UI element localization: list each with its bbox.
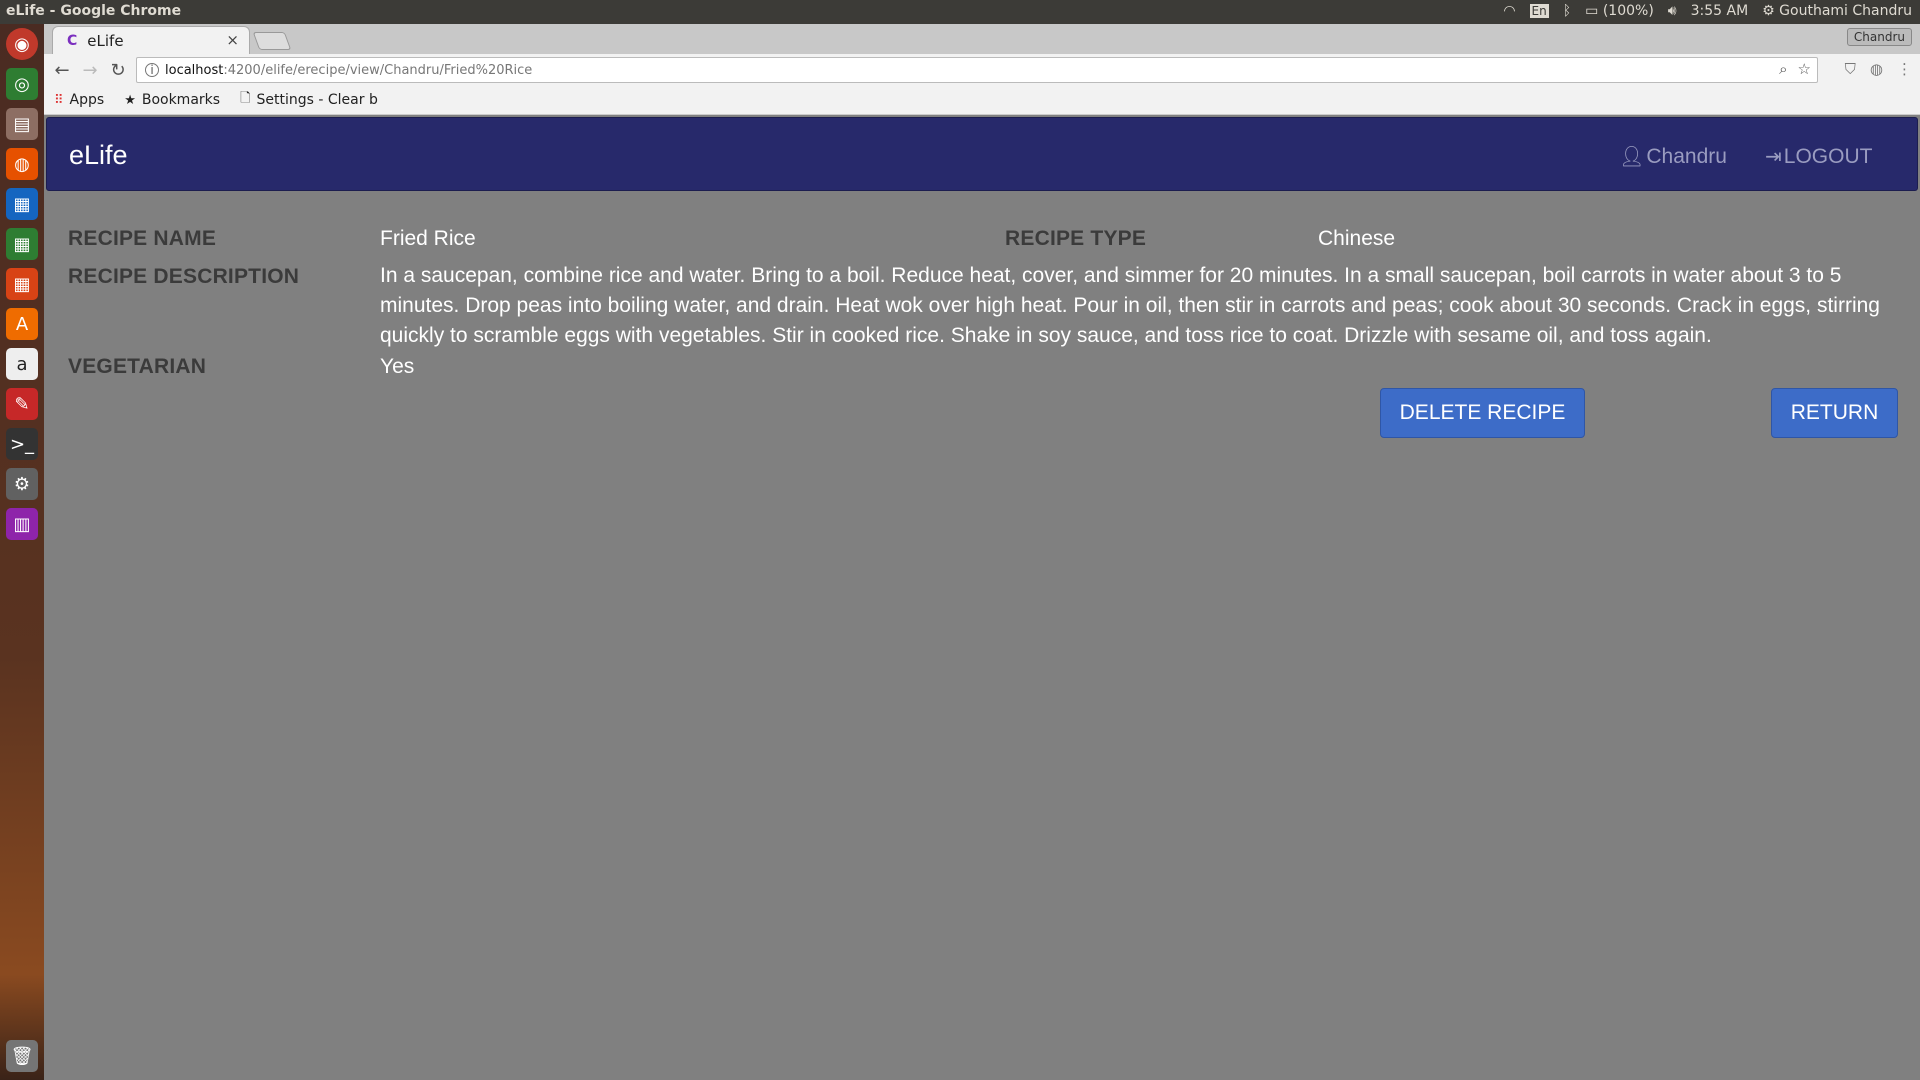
logout-link[interactable]: ⇥ LOGOUT [1765,144,1872,169]
vegetarian-label: VEGETARIAN [68,355,207,378]
url-path: :4200/elife/erecipe/view/Chandru/Fried%2… [223,62,533,78]
gear-icon: ⚙ [1762,3,1775,19]
amazon-launcher-icon[interactable]: a [6,348,38,380]
ubuntu-dash-icon[interactable]: ◉ [6,28,38,60]
forward-icon[interactable]: → [78,58,102,82]
battery-indicator[interactable]: ▭ (100%) [1585,3,1654,19]
bookmark-label: Bookmarks [141,92,221,108]
firefox-launcher-icon[interactable]: ◍ [6,148,38,180]
tab-elife[interactable]: C eLife × [52,26,250,55]
bookmarks-bar: ⠿ Apps ★ Bookmarks 🗋 Settings - Clear b [44,86,1920,115]
bookmark-label: Apps [69,92,105,108]
terminal-launcher-icon[interactable]: >_ [6,428,38,460]
session-user: Gouthami Chandru [1779,3,1912,19]
bookmark-star-icon[interactable]: ☆ [1798,60,1811,78]
chrome-menu-icon[interactable]: ⋮ [1897,60,1912,78]
volume-icon[interactable]: 🔊︎ [1668,3,1677,19]
impress-launcher-icon[interactable]: ▦ [6,268,38,300]
settings-launcher-icon[interactable]: ⚙ [6,468,38,500]
user-icon: 👤︎ [1619,146,1645,168]
user-profile-link[interactable]: 👤︎ Chandru [1619,144,1727,169]
recipe-name-value: Fried Rice [380,227,476,250]
logout-label: LOGOUT [1783,144,1873,168]
writer-launcher-icon[interactable]: ▦ [6,188,38,220]
tab-strip: C eLife × Chandru [44,24,1920,55]
brand-logo[interactable]: eLife [69,140,128,171]
wifi-icon[interactable]: ◠ [1503,3,1515,19]
recipe-description-value: In a saucepan, combine rice and water. B… [380,264,1880,347]
extension-shield-icon[interactable]: ⛉ [1845,60,1856,78]
recipe-description-label: RECIPE DESCRIPTION [68,265,300,288]
new-tab-button[interactable] [252,32,292,50]
system-tools-icon[interactable]: ✎ [6,388,38,420]
workspace-launcher-icon[interactable]: ▥ [6,508,38,540]
bookmark-label: Settings - Clear b [256,92,378,108]
browser-toolbar: ← → ↻ i localhost:4200/elife/erecipe/vie… [44,54,1920,86]
trash-icon[interactable]: 🗑︎ [6,1040,38,1072]
system-tray: ◠ En ᛒ ▭ (100%) 🔊︎ 3:55 AM ⚙ Gouthami Ch… [1503,3,1912,19]
logout-icon: ⇥ [1765,146,1782,168]
tab-title: eLife [87,32,124,50]
back-icon[interactable]: ← [50,58,74,82]
user-name: Chandru [1646,144,1727,168]
recipe-type-label: RECIPE TYPE [1005,227,1147,250]
extension-globe-icon[interactable]: ◍ [1870,60,1883,78]
launcher-sidebar: ◉ ◎ ▤ ◍ ▦ ▦ ▦ A a ✎ >_ ⚙ ▥ 🗑︎ [0,24,44,1080]
star-icon: ★ [124,92,136,108]
bookmark-apps[interactable]: ⠿ Apps [54,92,104,108]
files-launcher-icon[interactable]: ▤ [6,108,38,140]
battery-level: (100%) [1602,3,1654,19]
session-menu[interactable]: ⚙ Gouthami Chandru [1762,3,1912,19]
clock[interactable]: 3:55 AM [1691,3,1749,19]
calc-launcher-icon[interactable]: ▦ [6,228,38,260]
chrome-launcher-icon[interactable]: ◎ [6,68,38,100]
page-icon: 🗋 [240,91,251,106]
profile-button[interactable]: Chandru [1846,28,1912,46]
page-content: eLife 👤︎ Chandru ⇥ LOGOUT RECIPE NAME Fr… [44,115,1920,1080]
recipe-type-value: Chinese [1318,227,1396,250]
system-top-panel: eLife - Google Chrome ◠ En ᛒ ▭ (100%) 🔊︎… [0,0,1920,24]
apps-grid-icon: ⠿ [54,92,64,108]
keyboard-indicator[interactable]: En [1529,4,1549,18]
delete-recipe-button[interactable]: DELETE RECIPE [1380,388,1585,438]
browser-window: C eLife × Chandru ← → ↻ i localhost:4200… [44,24,1920,1080]
bookmark-settings[interactable]: 🗋 Settings - Clear b [240,89,378,111]
site-info-icon[interactable]: i [145,63,159,77]
url-host: localhost [165,62,224,78]
software-center-icon[interactable]: A [6,308,38,340]
address-bar[interactable]: i localhost:4200/elife/erecipe/view/Chan… [136,57,1818,83]
recipe-name-label: RECIPE NAME [68,227,217,250]
tab-close-icon[interactable]: × [226,31,239,49]
return-button[interactable]: RETURN [1771,388,1898,438]
app-navbar: eLife 👤︎ Chandru ⇥ LOGOUT [46,117,1918,191]
tab-favicon-icon: C [67,33,78,49]
window-title: eLife - Google Chrome [6,3,182,19]
bluetooth-icon[interactable]: ᛒ [1563,3,1571,19]
vegetarian-value: Yes [380,355,415,378]
zoom-icon[interactable]: ⌕ [1779,60,1787,78]
battery-icon: ▭ [1585,3,1599,19]
reload-icon[interactable]: ↻ [106,58,130,82]
bookmark-bookmarks[interactable]: ★ Bookmarks [124,92,220,108]
